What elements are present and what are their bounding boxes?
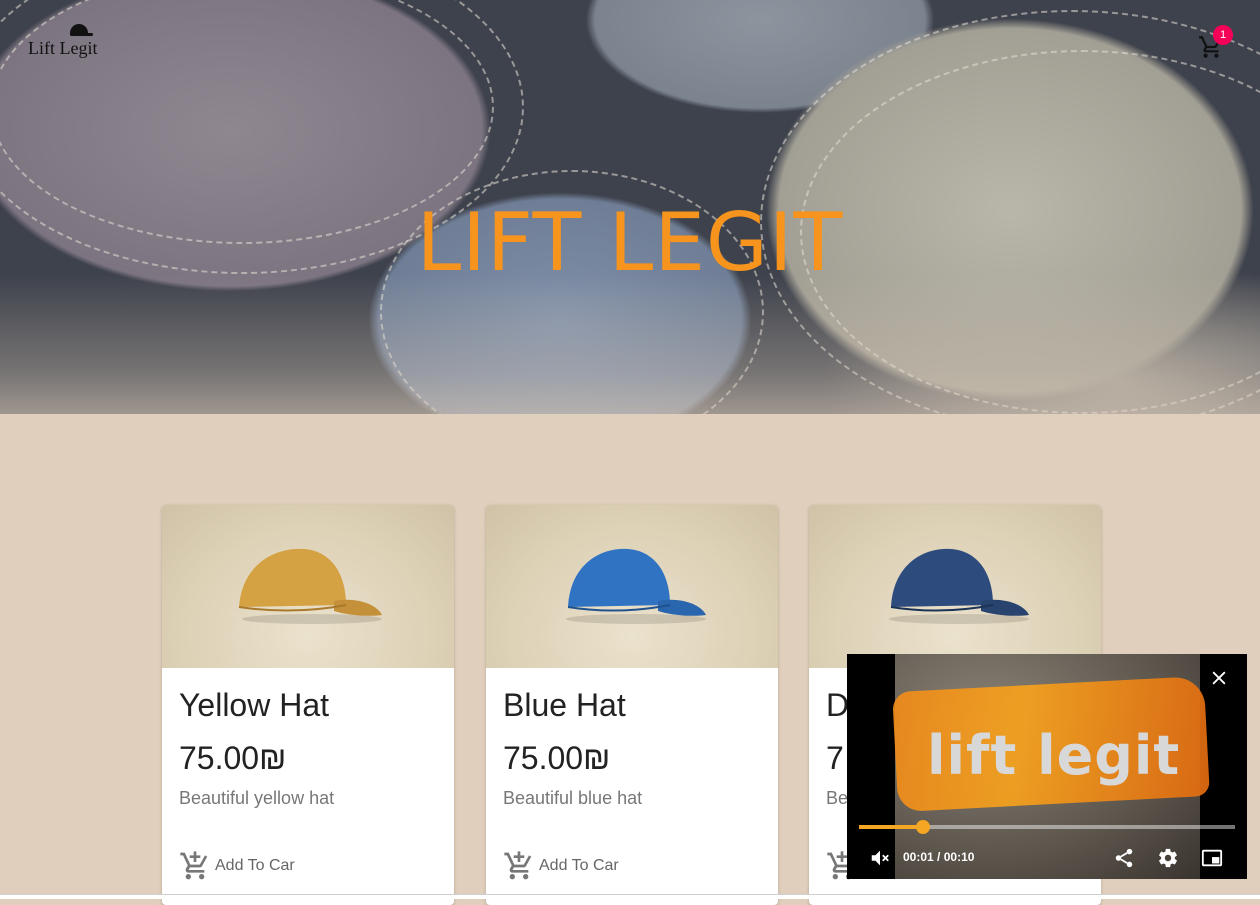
product-price: 75.00₪: [503, 740, 611, 776]
add-to-cart-button[interactable]: Add To Car: [503, 848, 619, 884]
product-card: Yellow Hat 75.00₪ Beautiful yellow hat A…: [162, 505, 454, 905]
logo[interactable]: Lift Legit: [28, 24, 104, 62]
video-player[interactable]: lift legit 00:01 / 00:10: [847, 654, 1247, 879]
product-title: Blue Hat: [503, 687, 626, 723]
cart-count-badge: 1: [1213, 25, 1233, 45]
product-price: 75.00₪: [179, 740, 287, 776]
video-progress-fill: [859, 825, 923, 829]
product-title: D: [826, 687, 850, 723]
yellow-cap-icon: [238, 548, 382, 624]
cap-logo-icon: [70, 24, 93, 36]
denim-cap-icon: [889, 548, 1029, 624]
product-description: Beautiful yellow hat: [179, 788, 335, 808]
video-time: 00:01 / 00:10: [903, 850, 974, 864]
time-separator: /: [937, 850, 941, 864]
product-description: Be: [826, 788, 849, 808]
add-to-cart-button[interactable]: Add To Car: [179, 848, 295, 884]
logo-text: Lift Legit: [28, 38, 98, 58]
video-controls: 00:01 / 00:10: [847, 844, 1247, 872]
blue-cap-icon: [566, 548, 706, 624]
add-shopping-cart-icon: [504, 851, 532, 880]
duration: 00:10: [943, 850, 975, 864]
close-icon[interactable]: [1209, 668, 1229, 688]
product-title: Yellow Hat: [179, 687, 330, 723]
add-to-cart-label: Add To Car: [539, 857, 619, 874]
settings-gear-icon[interactable]: [1157, 847, 1179, 869]
product-description: Beautiful blue hat: [503, 788, 643, 808]
hero-banner: LIFT LEGIT: [0, 0, 1260, 414]
current-time: 00:01: [903, 850, 934, 864]
mute-icon[interactable]: [869, 847, 891, 869]
product-price: 7: [826, 740, 844, 776]
page-bottom-edge: [0, 894, 1260, 899]
video-progress-bar[interactable]: [859, 820, 1235, 834]
product-card: Blue Hat 75.00₪ Beautiful blue hat Add T…: [486, 505, 778, 905]
video-progress-knob[interactable]: [915, 820, 930, 834]
add-shopping-cart-icon: [180, 851, 208, 880]
picture-in-picture-icon[interactable]: [1201, 847, 1223, 869]
video-overlay-logo: lift legit: [927, 724, 1181, 787]
add-to-cart-label: Add To Car: [215, 857, 295, 874]
hero-title: LIFT LEGIT: [416, 196, 844, 289]
product-image: [486, 505, 778, 668]
product-image: [162, 505, 454, 668]
product-image: [809, 505, 1101, 668]
hero-fade: [0, 274, 1260, 414]
share-icon[interactable]: [1113, 847, 1135, 869]
